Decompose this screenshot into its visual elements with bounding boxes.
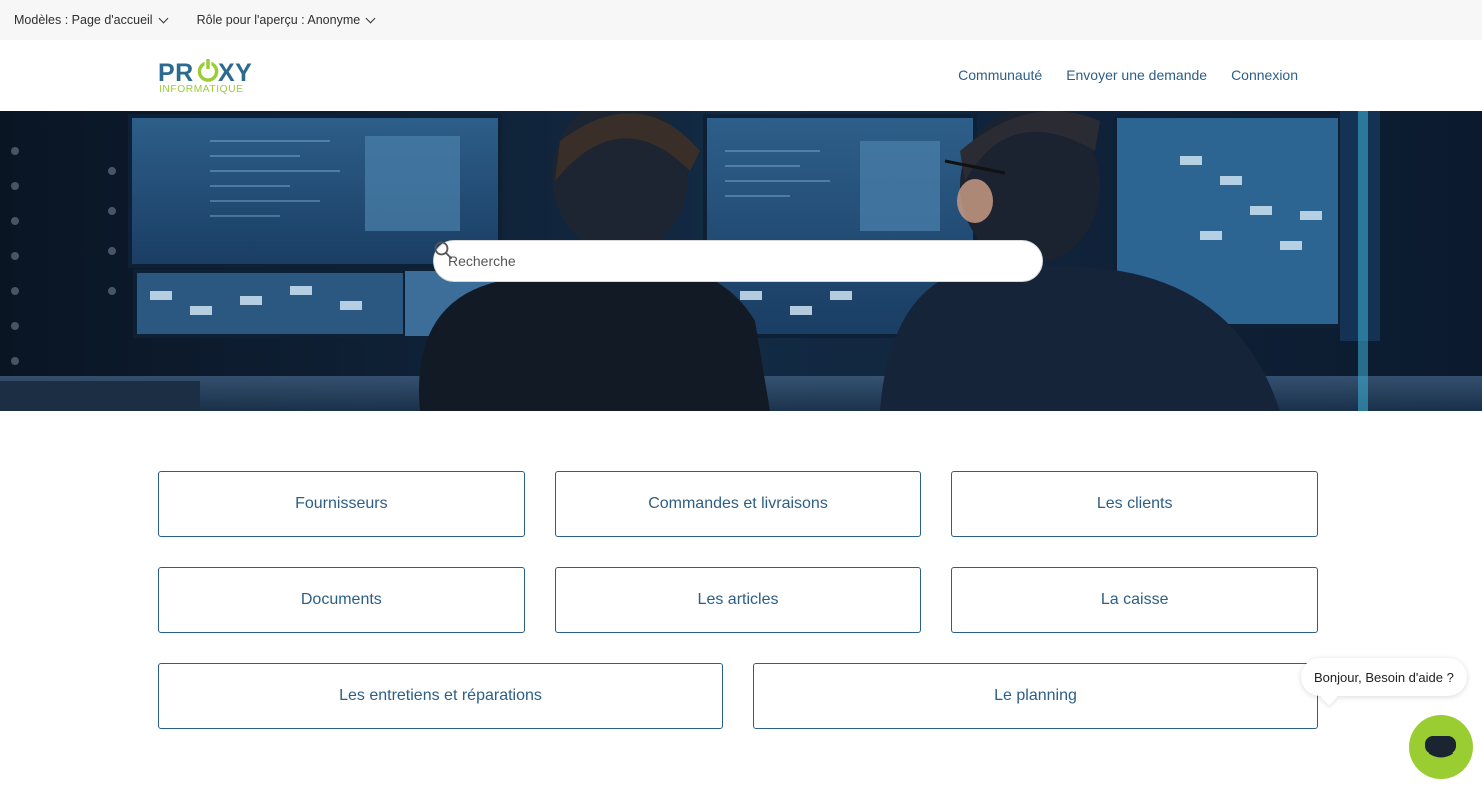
chevron-down-icon — [158, 13, 169, 23]
svg-text:XY: XY — [218, 59, 252, 87]
template-dropdown[interactable]: Modèles : Page d'accueil — [14, 13, 169, 27]
search-input[interactable] — [448, 253, 988, 269]
preview-bar: Modèles : Page d'accueil Rôle pour l'ape… — [0, 0, 1482, 40]
category-fournisseurs[interactable]: Fournisseurs — [158, 471, 525, 537]
category-documents[interactable]: Documents — [158, 567, 525, 633]
chat-greeting-bubble[interactable]: Bonjour, Besoin d'aide ? — [1301, 658, 1467, 696]
search-icon — [434, 241, 452, 259]
role-dropdown[interactable]: Rôle pour l'aperçu : Anonyme — [196, 13, 376, 27]
nav-link-envoyer-demande[interactable]: Envoyer une demande — [1066, 67, 1207, 83]
category-commandes-livraisons[interactable]: Commandes et livraisons — [554, 471, 922, 537]
category-les-articles[interactable]: Les articles — [554, 567, 922, 633]
category-entretiens-reparations[interactable]: Les entretiens et réparations — [158, 663, 723, 729]
search-box[interactable] — [433, 240, 1043, 282]
chat-greeting-text: Bonjour, Besoin d'aide ? — [1314, 669, 1454, 685]
brand-logo[interactable]: PR XY INFORMATIQUE — [158, 56, 264, 96]
template-dropdown-label: Modèles : Page d'accueil — [14, 13, 153, 27]
nav-link-communaute[interactable]: Communauté — [958, 67, 1042, 83]
site-header: PR XY INFORMATIQUE Communauté Envoyer un… — [0, 40, 1482, 111]
chat-launcher-button[interactable] — [1409, 715, 1473, 779]
role-dropdown-label: Rôle pour l'aperçu : Anonyme — [196, 13, 361, 27]
category-le-planning[interactable]: Le planning — [753, 663, 1318, 729]
category-grid: Fournisseurs Commandes et livraisons Les… — [158, 471, 1319, 759]
chat-icon — [1425, 736, 1456, 758]
svg-text:INFORMATIQUE: INFORMATIQUE — [159, 84, 244, 95]
hero-banner — [0, 111, 1482, 411]
category-la-caisse[interactable]: La caisse — [951, 567, 1319, 633]
category-les-clients[interactable]: Les clients — [951, 471, 1319, 537]
nav-link-connexion[interactable]: Connexion — [1231, 67, 1298, 83]
chevron-down-icon — [365, 13, 376, 23]
main-nav: Communauté Envoyer une demande Connexion — [958, 67, 1298, 83]
svg-text:PR: PR — [158, 59, 194, 87]
